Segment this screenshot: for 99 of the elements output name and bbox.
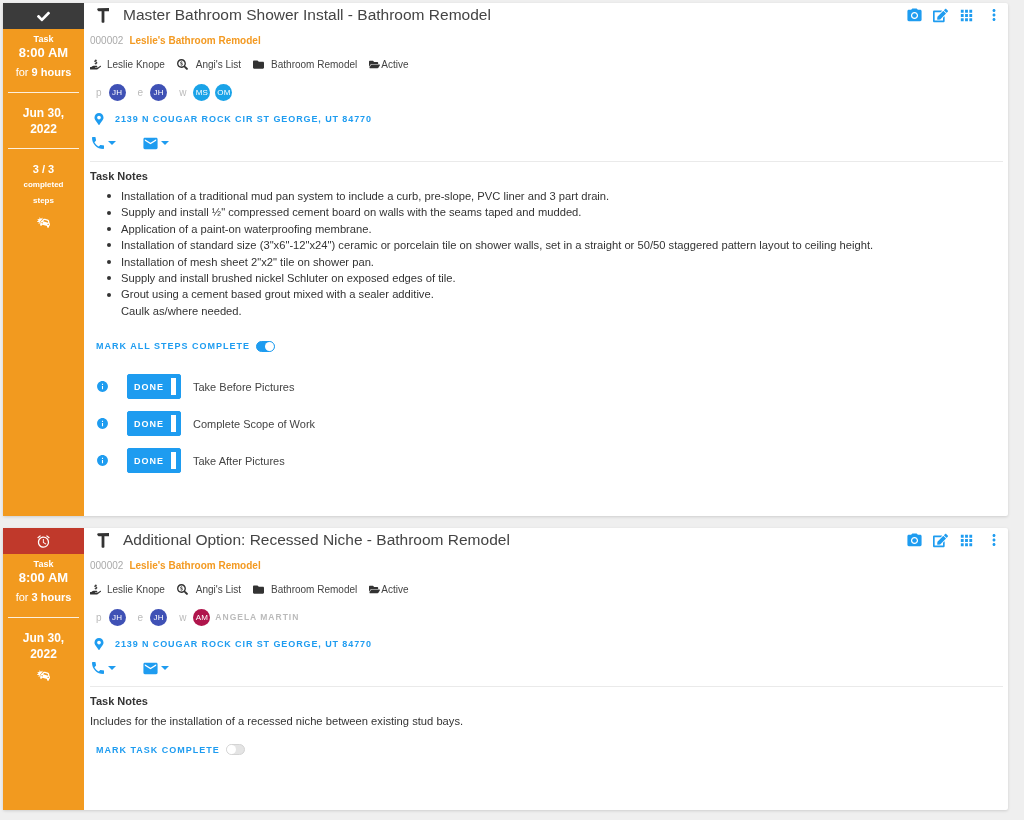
note-text: Grout using a cement based grout mixed with a sealer additive.: [121, 287, 434, 303]
notes-title: Task Notes: [90, 169, 149, 183]
car-icon: [37, 216, 50, 229]
toggle-label: MARK ALL STEPS COMPLETE: [96, 341, 250, 352]
bullet-icon: [107, 210, 111, 215]
caret-icon: [108, 141, 116, 145]
role-label: e: [137, 611, 144, 623]
toggle-label: MARK TASK COMPLETE: [96, 744, 220, 755]
status-label: Active: [381, 58, 409, 70]
hand-dollar-icon: [90, 58, 101, 70]
hand-dollar-icon: [90, 583, 101, 595]
bullet-icon: [107, 227, 111, 231]
lead-source: Angi's List: [195, 58, 242, 70]
map-pin-icon: [93, 638, 105, 651]
lead-source: Angi's List: [195, 583, 242, 595]
role-label: p: [96, 611, 102, 623]
role-label: w: [179, 86, 187, 98]
address-link[interactable]: 2139 N COUGAR ROCK CIR ST GEORGE, UT 84770: [115, 114, 372, 124]
avatar[interactable]: JH: [108, 83, 126, 101]
caret-icon: [108, 666, 116, 671]
edit-icon[interactable]: [933, 7, 948, 23]
note-text: Installation of standard size (3"x6"-12"x24") ceramic or porcelain tile on shower walls, set in a straight or 50/50 staggered pattern layout to ceiling height.: [121, 238, 874, 254]
car-icon: [37, 669, 50, 683]
magnifier-icon: [176, 583, 188, 595]
bullet-icon: [107, 243, 111, 248]
task-type: Task: [33, 33, 54, 45]
folder-open-icon: [369, 583, 381, 595]
avatar[interactable]: MS: [193, 83, 211, 101]
member-name: ANGELA MARTIN: [215, 612, 300, 623]
start-time: 8:00 AM: [18, 45, 69, 61]
hammer-icon: [97, 7, 109, 23]
done-button[interactable]: DONE: [127, 448, 181, 474]
step-label: Complete Scope of Work: [193, 417, 316, 430]
folder-open-icon: [369, 58, 381, 70]
check-icon: [37, 9, 50, 23]
start-time: 8:00 AM: [18, 570, 69, 587]
role-label: p: [96, 86, 102, 98]
bullet-icon: [107, 194, 111, 199]
toggle-switch[interactable]: [225, 744, 245, 756]
toggle-switch[interactable]: [256, 340, 275, 352]
caret-icon: [161, 141, 169, 145]
magnifier-icon: [176, 58, 188, 70]
bullet-icon: [107, 292, 111, 297]
alarm-clock-icon: [36, 533, 51, 549]
info-icon[interactable]: [96, 417, 109, 431]
note-text: Installation of a traditional mud pan system to include a curb, pre-slope, PVC liner and 3 part drain.: [121, 189, 610, 204]
map-pin-icon: [93, 113, 105, 125]
caret-icon: [161, 666, 169, 671]
note-text: Supply and install ½" compressed cement board on walls with the seams taped and mudded.: [121, 205, 582, 221]
job-number: 000002: [90, 559, 124, 571]
task-date: Jun 30, 2022: [21, 630, 66, 663]
folder-icon: [253, 583, 265, 595]
avatar[interactable]: JH: [150, 83, 168, 101]
phone-icon: [90, 660, 106, 677]
category-label: Bathroom Remodel: [271, 58, 358, 70]
customer-name: Leslie Knope: [107, 58, 165, 70]
avatar[interactable]: AM: [193, 608, 211, 626]
note-text: Installation of mesh sheet 2"x2" tile on shower pan.: [121, 254, 374, 270]
task-type: Task: [33, 558, 54, 571]
role-label: e: [137, 86, 144, 98]
phone-button[interactable]: [90, 660, 116, 677]
project-link[interactable]: Leslie's Bathroom Remodel: [129, 559, 261, 571]
avatar[interactable]: JH: [108, 608, 126, 626]
task-title: Additional Option: Recessed Niche - Bathroom Remodel: [123, 531, 511, 550]
duration-text: for 9 hours: [15, 65, 72, 80]
camera-icon[interactable]: [906, 531, 923, 549]
done-button[interactable]: DONE: [127, 411, 181, 437]
customer-name: Leslie Knope: [107, 583, 165, 595]
step-label: Take After Pictures: [193, 454, 285, 467]
notes-title: Task Notes: [90, 694, 149, 709]
role-label: w: [179, 611, 187, 623]
duration-text: for 3 hours: [15, 590, 72, 606]
note-text: Supply and install brushed nickel Schluter on exposed edges of tile.: [121, 271, 456, 287]
done-button[interactable]: DONE: [127, 374, 181, 400]
task-date: Jun 30, 2022: [21, 105, 66, 137]
project-link[interactable]: Leslie's Bathroom Remodel: [129, 34, 261, 46]
note-text: Includes for the installation of a recessed niche between existing stud bays.: [90, 714, 464, 730]
note-text: Application of a paint-on waterproofing membrane.: [121, 221, 372, 237]
task-title: Master Bathroom Shower Install - Bathroom Remodel: [123, 6, 492, 24]
category-label: Bathroom Remodel: [271, 583, 358, 595]
job-number: 000002: [90, 34, 124, 46]
phone-button[interactable]: [90, 135, 116, 151]
avatar[interactable]: JH: [150, 608, 168, 626]
camera-icon[interactable]: [906, 6, 923, 24]
step-label: Take Before Pictures: [193, 380, 295, 393]
status-label: Active: [381, 583, 409, 595]
steps-label: completed steps: [22, 179, 65, 207]
note-text: Caulk as/where needed.: [121, 303, 242, 319]
info-icon[interactable]: [96, 454, 109, 468]
address-link[interactable]: 2139 N COUGAR ROCK CIR ST GEORGE, UT 84770: [115, 639, 372, 650]
bullet-icon: [107, 276, 111, 281]
bullet-icon: [107, 259, 111, 264]
info-icon[interactable]: [96, 380, 109, 394]
avatar[interactable]: OM: [215, 83, 233, 101]
hammer-icon: [97, 532, 109, 549]
edit-icon[interactable]: [933, 532, 948, 548]
folder-icon: [253, 58, 265, 70]
phone-icon: [90, 135, 106, 151]
steps-count: 3 / 3: [32, 162, 55, 177]
